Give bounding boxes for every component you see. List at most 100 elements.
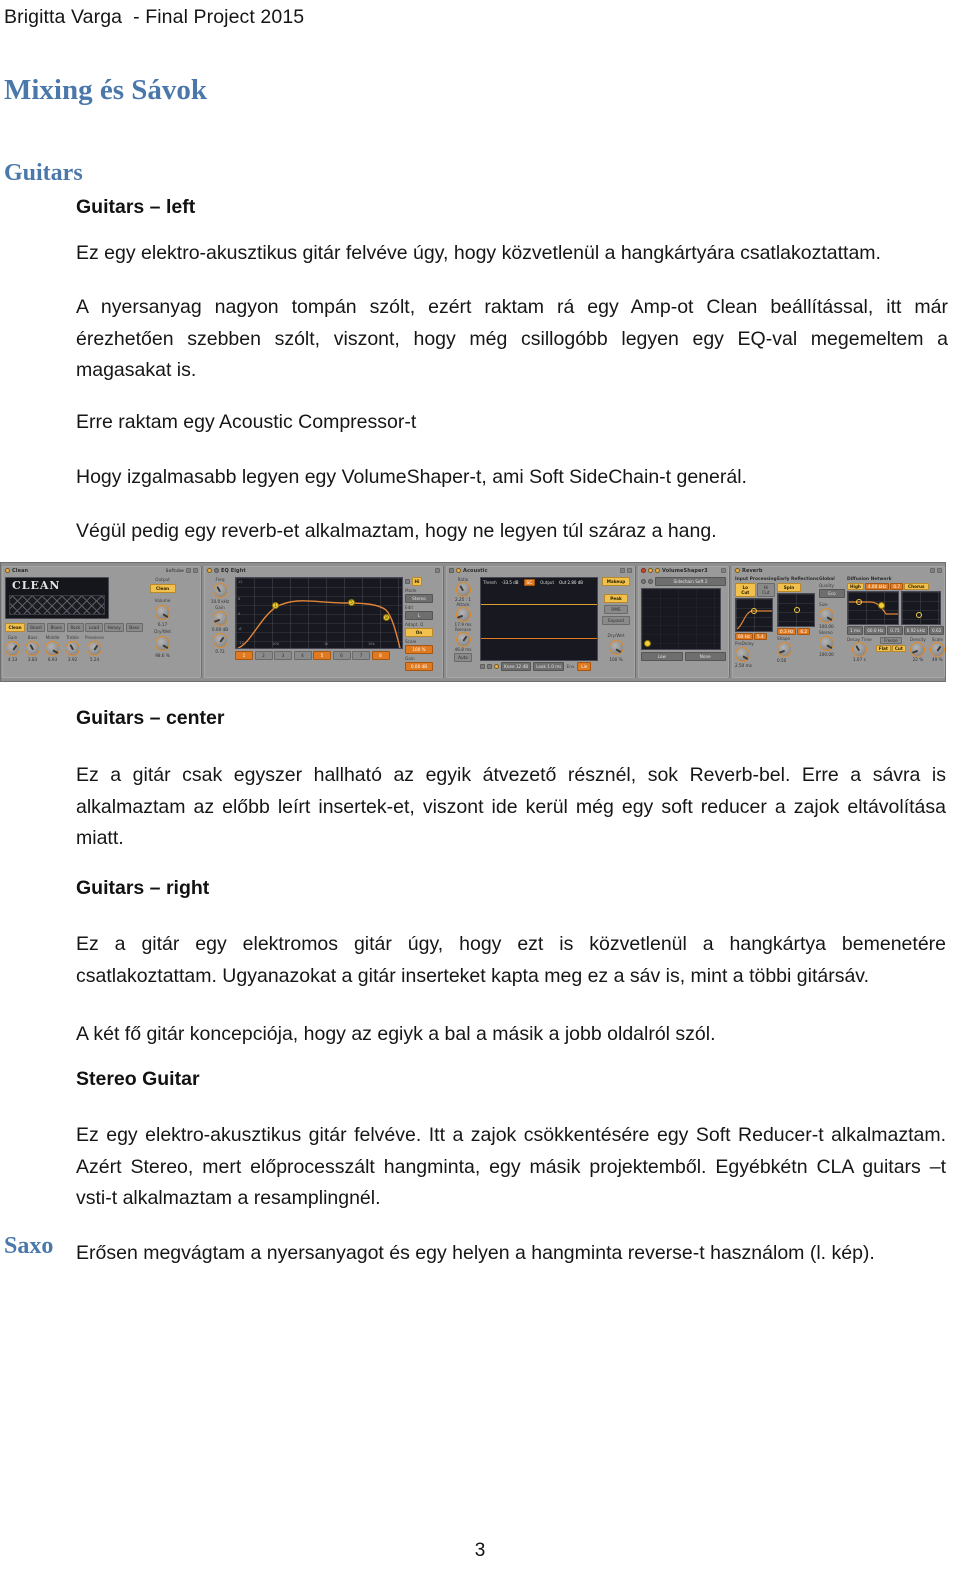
reverb-filter-node[interactable] bbox=[751, 608, 757, 614]
vs-envelope-editor[interactable] bbox=[641, 588, 721, 650]
reverb-chorus-graph[interactable] bbox=[901, 591, 941, 625]
reverb-chorus-node[interactable] bbox=[916, 612, 922, 618]
knob-predelay[interactable] bbox=[735, 647, 750, 662]
close-icon[interactable] bbox=[721, 568, 726, 573]
knob-gain[interactable]: Gain 4.13 bbox=[5, 635, 20, 662]
reverb-cut-toggle[interactable]: Cut bbox=[891, 645, 906, 652]
device-volumeshaper3[interactable]: VolumeShaper3 Sidechain Soft 2 Low None bbox=[638, 566, 730, 678]
amp-mode-tab[interactable]: Blues bbox=[46, 623, 66, 632]
power-led-icon[interactable] bbox=[456, 568, 461, 573]
knob-drywet[interactable] bbox=[155, 636, 171, 651]
eq-curve-graph[interactable]: 1 5 8 12 6 0 -6 -12 100 1k 10k bbox=[235, 577, 403, 649]
comp-output-line[interactable] bbox=[481, 638, 597, 639]
reverb-input-filter-graph[interactable] bbox=[735, 598, 773, 632]
amp-mode-tab[interactable]: Boost bbox=[26, 623, 46, 632]
knob-middle[interactable]: Middle 6.93 bbox=[45, 635, 60, 662]
eq-outgain-value[interactable]: 0.00 dB bbox=[405, 662, 433, 671]
knob-dial[interactable] bbox=[5, 641, 20, 656]
amp-mode-tab[interactable]: Rock bbox=[66, 623, 84, 632]
reverb-dn-field-5[interactable]: 0.62 bbox=[929, 626, 945, 635]
knob-eq-gain[interactable] bbox=[212, 611, 228, 626]
eq-band-strip[interactable]: 1 2 3 4 5 6 7 8 bbox=[235, 651, 403, 660]
eq-band-enable-8[interactable]: 8 bbox=[371, 651, 390, 660]
knob-treble[interactable]: Treble 3.92 bbox=[65, 635, 80, 662]
reverb-freeze-toggle[interactable]: Freeze bbox=[879, 637, 902, 644]
record-led-icon[interactable] bbox=[641, 568, 646, 573]
comp-threshold-line[interactable] bbox=[481, 604, 597, 605]
knob-dial[interactable] bbox=[65, 641, 80, 656]
vs-next-icon[interactable] bbox=[648, 579, 653, 584]
knob-eq-q[interactable] bbox=[212, 633, 228, 648]
comp-knee-field[interactable]: Knee 12 dB bbox=[501, 662, 532, 671]
knob-dial[interactable] bbox=[86, 641, 102, 656]
knob-shape[interactable] bbox=[777, 642, 792, 657]
eq-band-enable-1[interactable]: 1 bbox=[235, 651, 253, 660]
knob-dial[interactable] bbox=[25, 641, 40, 656]
save-icon[interactable] bbox=[186, 568, 191, 573]
amp-mode-tabs[interactable]: Clean Boost Blues Rock Lead Heavy Bass bbox=[5, 623, 143, 632]
reverb-diffusion-node-1[interactable] bbox=[856, 599, 862, 605]
eq-band-enable-2[interactable]: 2 bbox=[254, 651, 273, 660]
reverb-diffusion-graph[interactable] bbox=[847, 591, 899, 625]
reverb-chorus-toggle[interactable]: Chorus bbox=[904, 583, 929, 590]
device-amp-clean[interactable]: Clean Softube CLEAN Clean Boost Blues Ro… bbox=[2, 566, 202, 678]
eq-scale-value[interactable]: 100 % bbox=[405, 645, 433, 654]
reverb-flat-toggle[interactable]: Flat bbox=[875, 645, 891, 652]
reverb-diffusion-node-2[interactable] bbox=[878, 602, 885, 609]
preset-led-icon[interactable] bbox=[214, 568, 219, 573]
knob-attack[interactable] bbox=[455, 607, 471, 622]
preset-led-icon[interactable] bbox=[655, 568, 660, 573]
comp-rms-toggle[interactable]: RMS bbox=[604, 605, 628, 614]
knob-comp-drywet[interactable] bbox=[608, 640, 624, 655]
save-icon[interactable] bbox=[620, 568, 625, 573]
eq-adaptq-toggle[interactable]: On bbox=[405, 628, 433, 637]
eq-edit-value[interactable]: L bbox=[405, 611, 433, 620]
device-eq-eight[interactable]: EQ Eight Freq 10.0 kHz Gain 0.00 dB 0.72 bbox=[204, 566, 444, 678]
eq-analyze-icon[interactable] bbox=[405, 579, 410, 584]
compressor-meter-graph[interactable]: Thresh -33.5 dB SC Output Out 2.80 dB bbox=[480, 577, 598, 661]
power-led-icon[interactable] bbox=[5, 568, 10, 573]
knob-dial[interactable] bbox=[45, 641, 60, 656]
reverb-locut-toggle[interactable]: Lo Cut bbox=[735, 583, 756, 597]
vs-right-field[interactable]: None bbox=[684, 652, 726, 661]
power-led-icon[interactable] bbox=[735, 568, 740, 573]
knob-bass[interactable]: Bass 3.83 bbox=[25, 635, 40, 662]
knob-decay[interactable] bbox=[851, 642, 867, 657]
vs-left-field[interactable]: Low bbox=[641, 652, 683, 661]
comp-led-icon[interactable] bbox=[494, 664, 499, 669]
close-icon[interactable] bbox=[627, 568, 632, 573]
reverb-hicut-toggle[interactable]: Hi Cut bbox=[756, 583, 775, 597]
reverb-locut-freq[interactable]: 60 Hz bbox=[735, 633, 754, 640]
eq-band-enable-7[interactable]: 7 bbox=[352, 651, 370, 660]
comp-curve-icon[interactable] bbox=[480, 664, 485, 669]
device-reverb[interactable]: Reverb Input Processing Lo Cut Hi Cut 60… bbox=[732, 566, 945, 678]
comp-env-icon[interactable] bbox=[487, 664, 492, 669]
knob-release[interactable] bbox=[455, 632, 471, 647]
knob-eq-freq[interactable] bbox=[212, 583, 228, 598]
amp-mode-tab[interactable]: Heavy bbox=[104, 623, 125, 632]
eq-mode-select[interactable]: Stereo bbox=[405, 594, 433, 603]
reverb-spin-toggle[interactable]: Spin bbox=[777, 583, 801, 592]
comp-sidechain-toggle[interactable]: SC bbox=[523, 579, 536, 586]
reverb-high-toggle[interactable]: High bbox=[847, 583, 864, 590]
device-compressor-acoustic[interactable]: Acoustic Ratio 2.25 : 1 Attack 17.9 ms R… bbox=[446, 566, 636, 678]
reverb-dn-field-4[interactable]: 6.92 kHz bbox=[903, 626, 929, 635]
close-icon[interactable] bbox=[937, 568, 942, 573]
eq-band-enable-3[interactable]: 3 bbox=[274, 651, 292, 660]
reverb-spin-rate[interactable]: 0.3 Hz bbox=[777, 628, 797, 635]
vs-envelope-node[interactable] bbox=[644, 640, 651, 647]
comp-look-field[interactable]: Look 1.0 ms bbox=[533, 662, 565, 671]
comp-lin-toggle[interactable]: Lin bbox=[577, 662, 592, 671]
reverb-spin-amount[interactable]: 6.2 bbox=[797, 628, 811, 635]
vs-preset-select[interactable]: Sidechain Soft 2 bbox=[655, 577, 726, 586]
knob-stereo[interactable] bbox=[819, 636, 834, 651]
close-icon[interactable] bbox=[193, 568, 198, 573]
comp-makeup-toggle[interactable]: Makeup bbox=[602, 577, 630, 586]
reverb-dn-field-3[interactable]: 0.75 bbox=[887, 626, 903, 635]
close-icon[interactable] bbox=[435, 568, 440, 573]
knob-density[interactable] bbox=[910, 642, 926, 657]
knob-presence[interactable]: Presence 5.24 bbox=[85, 635, 104, 662]
reverb-high-q[interactable]: 0.7 bbox=[890, 583, 904, 590]
fold-icon[interactable] bbox=[449, 568, 454, 573]
power-led-icon[interactable] bbox=[648, 568, 653, 573]
